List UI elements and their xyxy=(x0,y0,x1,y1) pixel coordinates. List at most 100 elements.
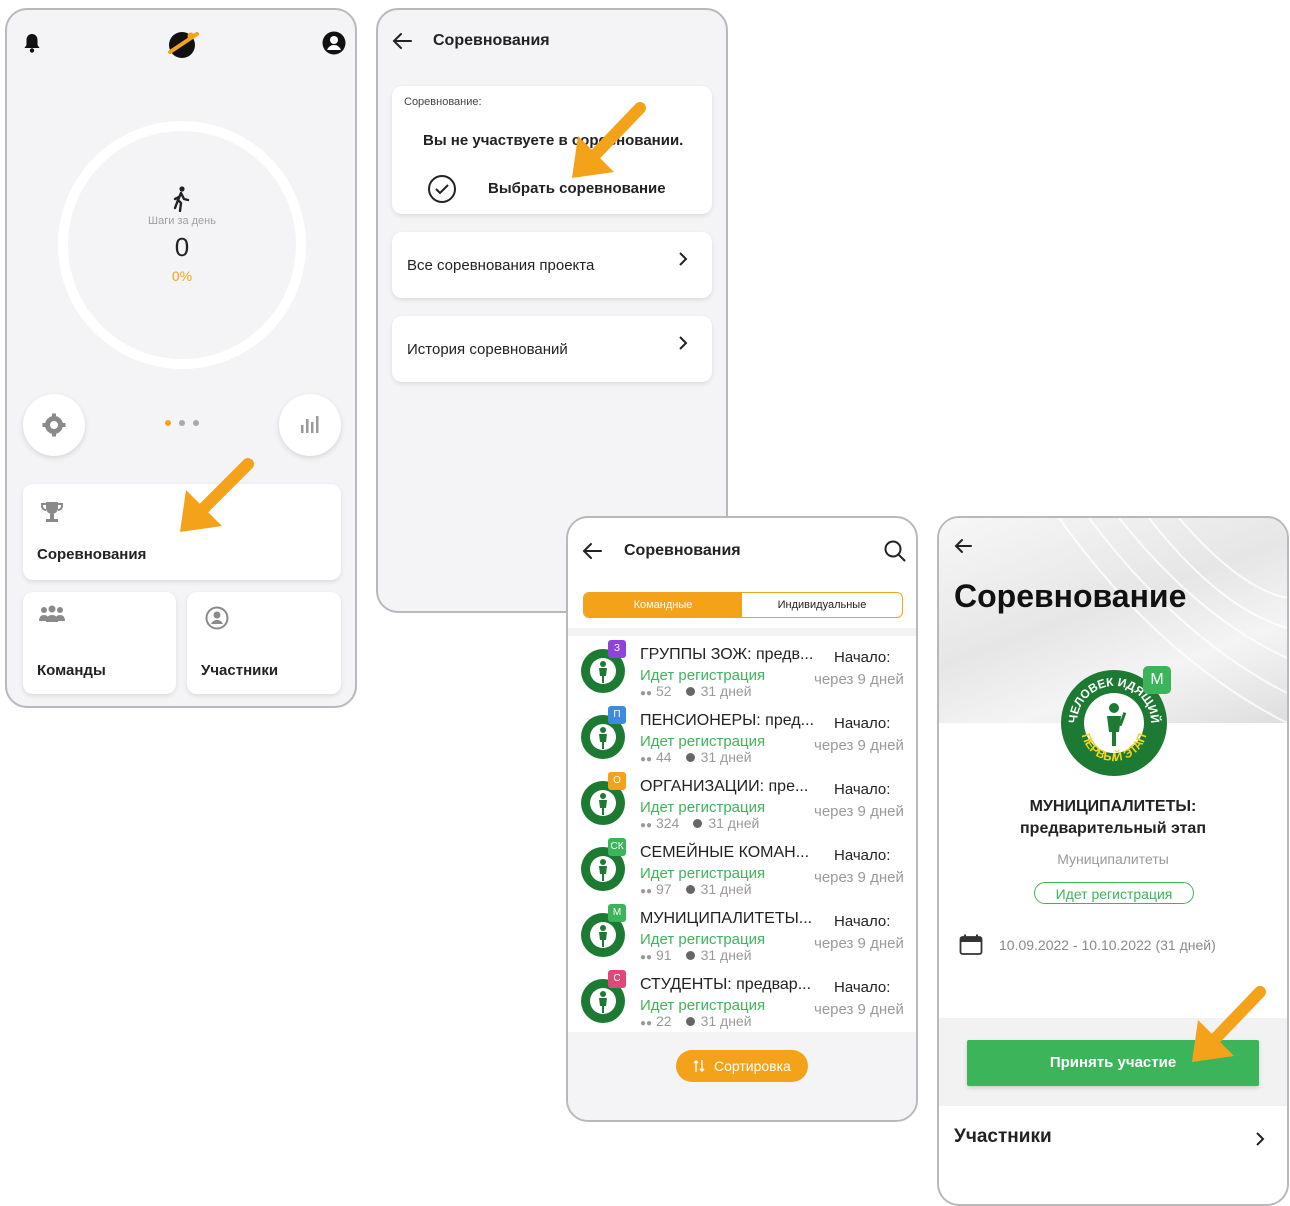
competition-name-line1: МУНИЦИПАЛИТЕТЫ: xyxy=(1029,798,1197,815)
bell-icon[interactable] xyxy=(22,32,42,54)
start-when: через 9 дней xyxy=(814,671,904,688)
start-when: через 9 дней xyxy=(814,737,904,754)
back-arrow-icon[interactable] xyxy=(392,32,412,55)
app-logo-icon xyxy=(167,28,201,60)
page-dot xyxy=(193,420,199,426)
person-circle-icon xyxy=(205,606,229,635)
list-item[interactable]: З ГРУППЫ ЗОЖ: предв... Идет регистрация ●● … xyxy=(568,636,916,702)
competition-name-line2: предварительный этап xyxy=(1020,820,1206,837)
back-arrow-icon[interactable] xyxy=(954,538,972,559)
competition-detail-screen: Соревнование ЧЕЛОВЕК ИДЯЩИЙ ПЕРВЫЙ ЭТАП … xyxy=(937,516,1289,1206)
all-competitions-item[interactable]: Все соревнования проекта xyxy=(392,232,712,298)
competition-meta: ●● 91 31 дней xyxy=(640,947,752,963)
all-competitions-label: Все соревнования проекта xyxy=(407,257,595,274)
status-text: Идет регистрация xyxy=(640,733,766,750)
page-title: Соревнования xyxy=(433,32,550,49)
start-label: Начало: xyxy=(834,847,891,864)
list-item[interactable]: М МУНИЦИПАЛИТЕТЫ... Идет регистрация ●● 91 3… xyxy=(568,900,916,966)
status-text: Идет регистрация xyxy=(640,997,766,1014)
start-when: через 9 дней xyxy=(814,935,904,952)
competition-category: Муниципалитеты xyxy=(1057,851,1169,867)
clock-icon xyxy=(685,1017,695,1026)
list-item[interactable]: П ПЕНСИОНЕРЫ: пред... Идет регистрация ●● 4… xyxy=(568,702,916,768)
steps-value: 0 xyxy=(174,232,190,262)
chevron-right-icon xyxy=(678,250,688,273)
settings-button[interactable] xyxy=(23,394,85,456)
competition-meta: ●● 44 31 дней xyxy=(640,749,752,765)
bar-chart-icon xyxy=(299,413,321,440)
account-icon[interactable] xyxy=(322,31,346,55)
stats-button[interactable] xyxy=(279,394,341,456)
duration: 31 дней xyxy=(700,947,752,963)
list-item[interactable]: С СТУДЕНТЫ: предвар... Идет регистрация ●● … xyxy=(568,966,916,1032)
tab-team[interactable]: Командные xyxy=(584,593,742,617)
duration: 31 дней xyxy=(700,881,752,897)
join-button[interactable]: Принять участие xyxy=(967,1040,1259,1086)
start-label: Начало: xyxy=(834,979,891,996)
choose-competition-button[interactable]: Выбрать соревнование xyxy=(488,180,666,197)
start-label: Начало: xyxy=(834,649,891,666)
clock-icon xyxy=(685,753,695,762)
people-icon: ●● xyxy=(640,952,653,963)
status-text: Идет регистрация xyxy=(640,931,766,948)
competition-history-item[interactable]: История соревнований xyxy=(392,316,712,382)
chevron-right-icon xyxy=(1255,1130,1265,1153)
start-when: через 9 дней xyxy=(814,803,904,820)
sort-button[interactable]: Сортировка xyxy=(676,1050,808,1082)
list-item[interactable]: О ОРГАНИЗАЦИИ: пре... Идет регистрация ●● 3… xyxy=(568,768,916,834)
tab-individual[interactable]: Индивидуальные xyxy=(742,593,902,617)
competition-history-label: История соревнований xyxy=(407,341,568,358)
page-dot-active xyxy=(165,420,171,426)
search-icon[interactable] xyxy=(884,540,906,567)
competition-title: МУНИЦИПАЛИТЕТЫ... xyxy=(640,910,813,927)
participant-count: 91 xyxy=(655,947,672,963)
start-when: через 9 дней xyxy=(814,869,904,886)
participants-label: Участники xyxy=(954,1126,1052,1147)
list-item[interactable]: СК СЕМЕЙНЫЕ КОМАН... Идет регистрация ●● 97… xyxy=(568,834,916,900)
date-range: 10.09.2022 - 10.10.2022 (31 дней) xyxy=(999,937,1216,953)
back-arrow-icon[interactable] xyxy=(582,542,602,565)
category-badge: М xyxy=(608,904,626,922)
clock-icon xyxy=(693,819,703,828)
check-circle-icon xyxy=(427,174,457,209)
competition-title: СТУДЕНТЫ: предвар... xyxy=(640,976,812,993)
teams-tile-label: Команды xyxy=(37,662,106,679)
start-label: Начало: xyxy=(834,781,891,798)
competition-title: ПЕНСИОНЕРЫ: пред... xyxy=(640,712,814,729)
list-divider xyxy=(568,628,916,636)
participant-count: 52 xyxy=(655,683,672,699)
participants-tile[interactable]: Участники xyxy=(187,592,341,694)
start-label: Начало: xyxy=(834,913,891,930)
duration: 31 дней xyxy=(700,749,752,765)
page-indicator xyxy=(165,420,205,428)
page-title: Соревнования xyxy=(624,542,741,559)
participants-tile-label: Участники xyxy=(201,662,279,679)
category-badge: П xyxy=(608,706,626,724)
competitions-tile[interactable]: Соревнования xyxy=(23,484,341,580)
competition-title: ОРГАНИЗАЦИИ: пре... xyxy=(640,778,809,795)
category-badge: З xyxy=(608,640,626,658)
competition-meta: ●● 52 31 дней xyxy=(640,683,752,699)
sort-arrows-icon xyxy=(693,1059,705,1078)
people-icon: ●● xyxy=(640,820,653,831)
team-icon xyxy=(38,604,66,629)
people-icon: ●● xyxy=(640,886,653,897)
people-icon: ●● xyxy=(640,1018,653,1029)
clock-icon xyxy=(685,885,695,894)
trophy-icon xyxy=(39,500,65,529)
competition-title: ГРУППЫ ЗОЖ: предв... xyxy=(640,646,814,663)
walking-person-icon xyxy=(172,186,190,213)
competition-label: Соревнование: xyxy=(404,96,482,108)
status-badge: Идет регистрация xyxy=(1034,882,1194,904)
start-when: через 9 дней xyxy=(814,1001,904,1018)
competition-meta: ●● 22 31 дней xyxy=(640,1013,752,1029)
page-heading: Соревнование xyxy=(954,578,1187,614)
sort-label: Сортировка xyxy=(714,1058,791,1074)
category-badge: С xyxy=(608,970,626,988)
participants-row[interactable]: Участники xyxy=(939,1114,1287,1164)
competitions-list-screen: Соревнования Командные Индивидуальные ЗГ… xyxy=(566,516,918,1122)
duration: 31 дней xyxy=(700,1013,752,1029)
people-icon: ●● xyxy=(640,688,653,699)
participant-count: 97 xyxy=(655,881,672,897)
teams-tile[interactable]: Команды xyxy=(23,592,176,694)
